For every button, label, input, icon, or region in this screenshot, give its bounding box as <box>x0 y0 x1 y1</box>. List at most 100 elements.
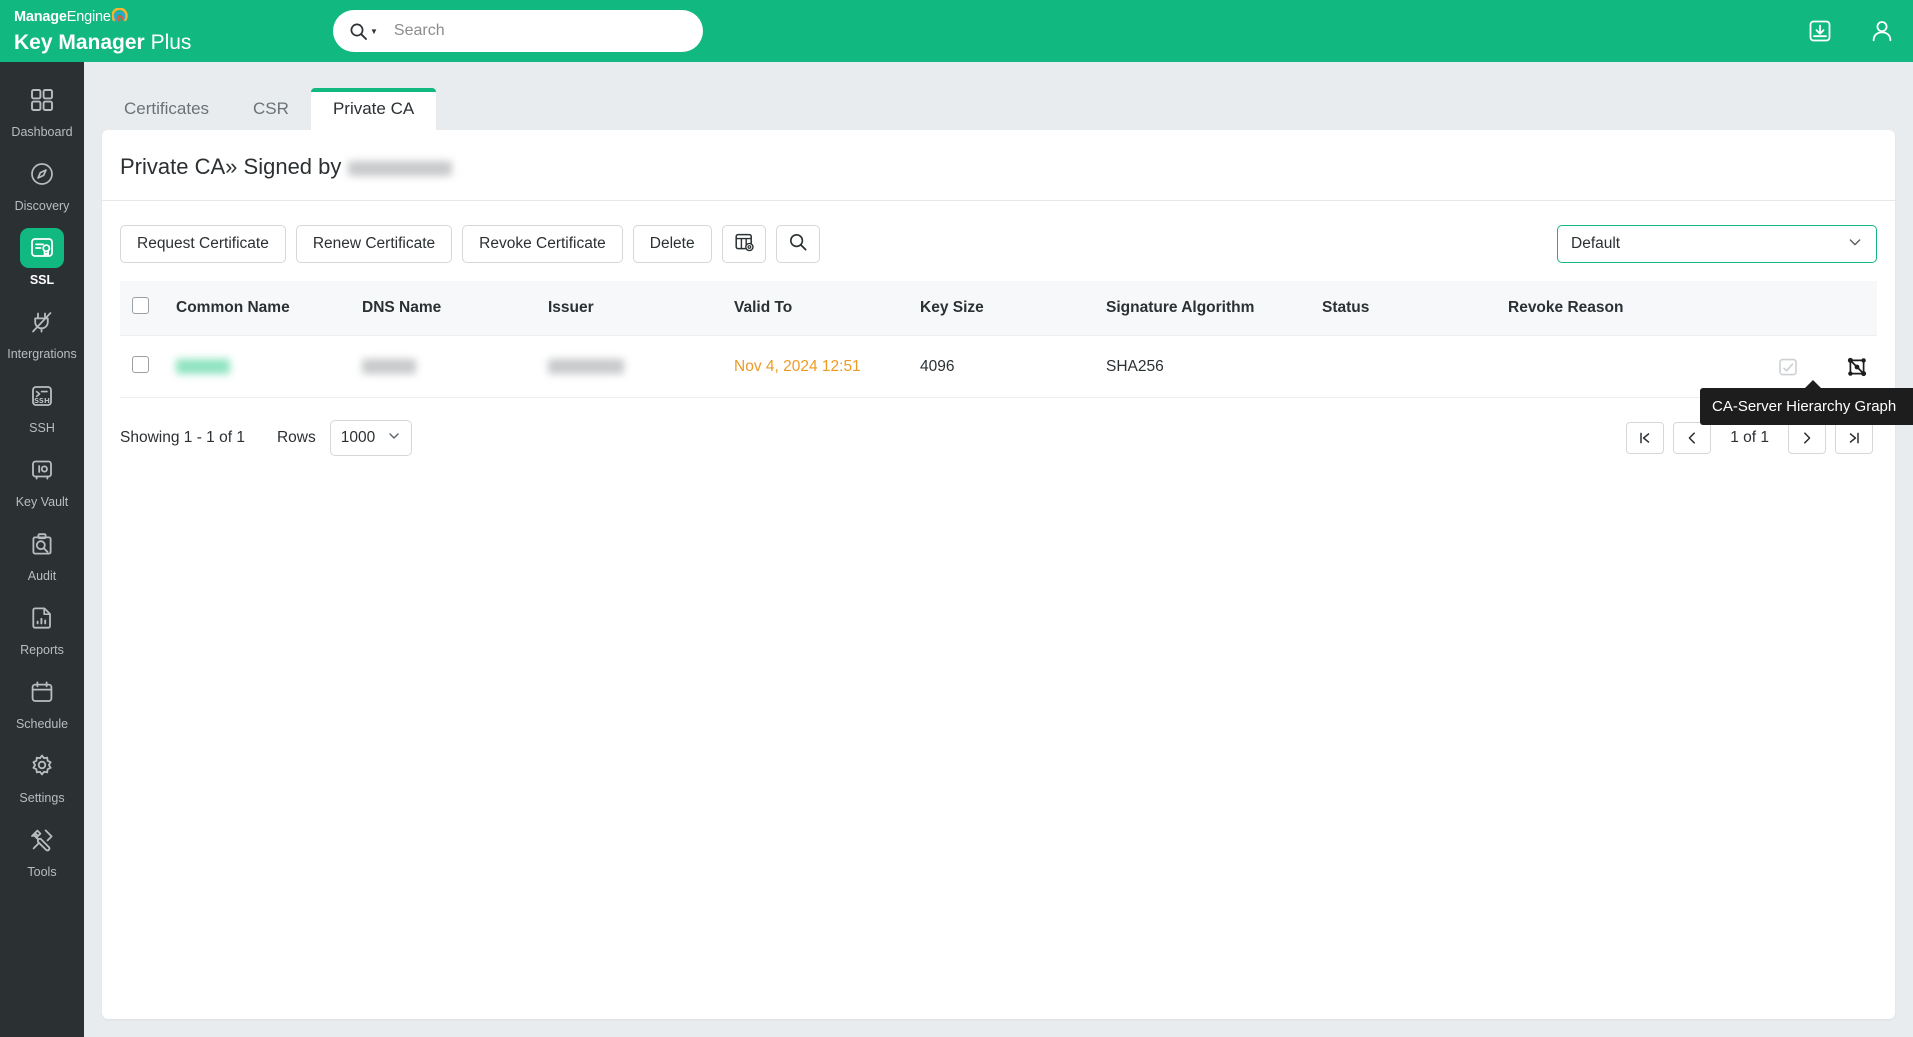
plug-icon <box>20 302 64 342</box>
page-indicator: 1 of 1 <box>1730 429 1769 446</box>
row-checkbox[interactable] <box>132 355 149 373</box>
brand-product-bold: Key Manager <box>14 30 145 54</box>
pagination: 1 of 1 <box>1626 422 1877 454</box>
tab-private-ca[interactable]: Private CA <box>310 88 437 130</box>
sidebar-item-label: SSL <box>29 273 55 287</box>
first-page-button[interactable] <box>1626 422 1665 454</box>
sidebar-item-reports[interactable]: Reports <box>0 592 84 666</box>
grid-icon <box>20 80 64 120</box>
column-settings-button[interactable] <box>721 225 766 263</box>
brand-logo[interactable]: ManageEngine Key Manager Plus <box>0 6 191 55</box>
column-header-issuer[interactable]: Issuer <box>548 281 734 336</box>
column-settings-icon <box>734 232 754 257</box>
search-input[interactable] <box>393 22 674 40</box>
sidebar-item-intergrations[interactable]: Intergrations <box>0 296 84 370</box>
certificate-details-icon[interactable] <box>1777 356 1799 378</box>
row-select-cell <box>120 336 176 398</box>
table-search-button[interactable] <box>775 225 820 263</box>
column-header-key-size[interactable]: Key Size <box>920 281 1106 336</box>
svg-text:SSH: SSH <box>34 397 50 405</box>
manageengine-swirl-icon <box>110 6 129 29</box>
cell-revoke-reason-and-actions <box>1508 336 1877 398</box>
sidebar-item-label: SSH <box>29 421 55 435</box>
brand-company-bold: Manage <box>14 8 67 25</box>
column-header-dns-name[interactable]: DNS Name <box>362 281 548 336</box>
page-title-prefix: Private CA <box>120 154 226 179</box>
table-row[interactable]: testsub testsub testcaroot Nov 4, 2024 1… <box>120 335 1877 398</box>
certificate-badge-icon <box>20 228 64 268</box>
gear-icon <box>20 746 64 786</box>
chevron-down-icon <box>1847 234 1863 255</box>
global-search[interactable]: ▼ <box>333 10 703 52</box>
last-page-button[interactable] <box>1835 422 1873 454</box>
sidebar-item-dashboard[interactable]: Dashboard <box>0 74 84 148</box>
column-header-valid-to[interactable]: Valid To <box>734 281 920 336</box>
body: Dashboard Discovery SSL Intergrations SS… <box>0 62 1913 1037</box>
report-chart-icon <box>20 598 64 638</box>
row-action-group <box>1508 355 1877 379</box>
sidebar-item-label: Discovery <box>14 199 70 213</box>
common-name-value[interactable]: testsub <box>176 358 230 374</box>
sidebar-item-label: Dashboard <box>11 125 73 139</box>
tab-certificates[interactable]: Certificates <box>102 88 231 130</box>
table-footer: Showing 1 - 1 of 1 Rows 1000 1 of 1 <box>102 398 1895 456</box>
top-bar-actions <box>1789 0 1913 62</box>
cell-common-name: testsub <box>176 336 362 398</box>
rows-per-page-select[interactable]: 1000 <box>329 420 412 456</box>
sidebar-item-settings[interactable]: Settings <box>0 740 84 814</box>
content-area: Certificates CSR Private CA Private CA» … <box>84 62 1913 1037</box>
user-account-icon[interactable] <box>1851 0 1913 62</box>
brand-company-thin: Engine <box>66 8 111 25</box>
renew-certificate-button[interactable]: Renew Certificate <box>295 225 453 263</box>
column-header-common-name[interactable]: Common Name <box>176 281 362 336</box>
next-page-button[interactable] <box>1788 422 1826 454</box>
sidebar-item-label: Reports <box>20 643 64 657</box>
hierarchy-graph-icon[interactable] <box>1845 355 1869 379</box>
sidebar-item-tools[interactable]: Tools <box>0 814 84 888</box>
sidebar-item-label: Tools <box>27 865 57 879</box>
showing-count: Showing 1 - 1 of 1 <box>120 429 245 446</box>
vault-icon <box>20 450 64 490</box>
private-ca-panel: Private CA» Signed by testcaroot Request… <box>102 130 1895 1019</box>
request-certificate-button[interactable]: Request Certificate <box>120 225 286 263</box>
page-title-middle: Signed by <box>243 154 342 179</box>
dns-name-value: testsub <box>362 358 416 374</box>
tab-csr[interactable]: CSR <box>231 88 311 130</box>
sidebar-item-audit[interactable]: Audit <box>0 518 84 592</box>
compass-icon <box>20 154 64 194</box>
sidebar-item-label: Intergrations <box>7 347 77 361</box>
select-all-checkbox[interactable] <box>132 297 149 314</box>
sidebar-item-key-vault[interactable]: Key Vault <box>0 444 84 518</box>
revoke-certificate-button[interactable]: Revoke Certificate <box>462 225 623 263</box>
table-body: testsub testsub testcaroot Nov 4, 2024 1… <box>120 335 1877 398</box>
sidebar-item-ssh[interactable]: SSH SSH <box>0 370 84 444</box>
tab-bar: Certificates CSR Private CA <box>84 62 1913 130</box>
sidebar-item-discovery[interactable]: Discovery <box>0 148 84 222</box>
brand-product: Key Manager Plus <box>14 30 191 55</box>
view-select-wrap: Default <box>1557 225 1877 263</box>
prev-page-button[interactable] <box>1673 422 1712 454</box>
cell-key-size: 4096 <box>920 357 955 375</box>
table-header-row: Common Name DNS Name Issuer Valid To Key… <box>120 281 1877 336</box>
search-icon <box>788 232 808 257</box>
sidebar-item-label: Audit <box>27 569 57 583</box>
column-header-signature-algorithm[interactable]: Signature Algorithm <box>1106 281 1322 336</box>
terminal-ssh-icon: SSH <box>20 376 64 416</box>
delete-button[interactable]: Delete <box>632 225 712 263</box>
sidebar-item-label: Schedule <box>15 717 69 731</box>
select-all-header <box>120 281 176 336</box>
page-title-ca-name: testcaroot <box>347 160 452 176</box>
sidebar-item-schedule[interactable]: Schedule <box>0 666 84 740</box>
view-select[interactable]: Default <box>1557 225 1877 263</box>
page-title: Private CA» Signed by testcaroot <box>102 130 1895 201</box>
action-toolbar: Request Certificate Renew Certificate Re… <box>102 201 1895 281</box>
breadcrumb-separator: » <box>225 154 238 179</box>
cell-status <box>1322 336 1508 398</box>
sidebar-item-label: Key Vault <box>15 495 69 509</box>
column-header-revoke-reason[interactable]: Revoke Reason <box>1508 281 1877 336</box>
inbox-download-icon[interactable] <box>1789 0 1851 62</box>
column-header-status[interactable]: Status <box>1322 281 1508 336</box>
search-scope-caret-down-icon[interactable]: ▼ <box>370 27 378 36</box>
top-bar: ManageEngine Key Manager Plus ▼ Search <box>0 0 1913 62</box>
sidebar-item-ssl[interactable]: SSL <box>0 222 84 296</box>
